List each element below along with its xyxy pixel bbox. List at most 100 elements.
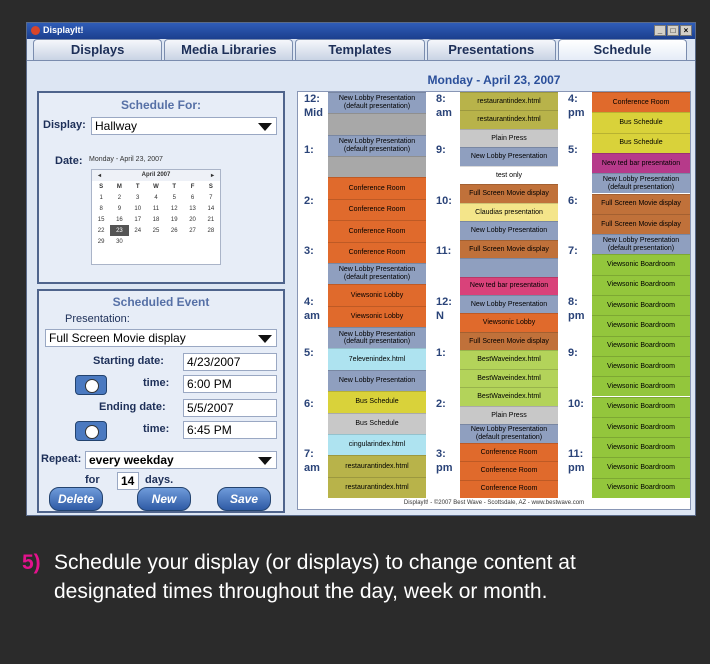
calendar-day[interactable]: 20 <box>183 214 201 225</box>
schedule-event[interactable]: Viewsonic Lobby <box>460 313 558 332</box>
calendar-day[interactable]: 19 <box>165 214 183 225</box>
schedule-event[interactable]: New Lobby Presentation (default presenta… <box>328 134 426 157</box>
schedule-event[interactable]: Bus Schedule <box>592 132 690 153</box>
calendar-day[interactable]: 24 <box>129 225 147 236</box>
schedule-event[interactable] <box>328 113 426 135</box>
calendar-day[interactable]: 18 <box>147 214 165 225</box>
schedule-event[interactable]: Bus Schedule <box>328 412 426 434</box>
schedule-event[interactable]: Viewsonic Boardroom <box>592 295 690 316</box>
schedule-event[interactable]: restaurantindex.html <box>328 476 426 498</box>
tab-displays[interactable]: Displays <box>33 39 163 60</box>
schedule-event[interactable]: Viewsonic Lobby <box>328 305 426 328</box>
calendar-day[interactable]: 15 <box>92 214 110 225</box>
schedule-event[interactable]: Plain Press <box>460 405 558 425</box>
schedule-event[interactable]: Viewsonic Lobby <box>328 284 426 306</box>
delete-button[interactable]: Delete <box>49 487 103 511</box>
display-select[interactable]: Hallway <box>91 117 277 135</box>
calendar-day[interactable]: 23 <box>110 225 129 236</box>
calendar-day[interactable]: 14 <box>202 203 220 214</box>
calendar-day[interactable]: 7 <box>202 192 220 203</box>
schedule-event[interactable]: cingularindex.html <box>328 433 426 456</box>
start-time-clock-icon[interactable] <box>75 375 107 395</box>
schedule-event[interactable]: New Lobby Presentation <box>460 147 558 166</box>
calendar-day[interactable]: 4 <box>147 192 165 203</box>
schedule-event[interactable]: Conference Room <box>328 177 426 199</box>
schedule-event[interactable]: Viewsonic Boardroom <box>592 355 690 377</box>
schedule-event[interactable]: Conference Room <box>460 461 558 480</box>
schedule-event[interactable]: New Lobby Presentation <box>460 221 558 240</box>
schedule-event[interactable]: New Lobby Presentation (default presenta… <box>592 173 690 194</box>
tab-media-libraries[interactable]: Media Libraries <box>164 39 294 60</box>
calendar-day[interactable]: 22 <box>92 225 110 236</box>
calendar-day[interactable]: 6 <box>183 192 201 203</box>
schedule-event[interactable]: Viewsonic Boardroom <box>592 396 690 417</box>
calendar-next-icon[interactable]: ▸ <box>211 172 214 179</box>
schedule-event[interactable]: Viewsonic Boardroom <box>592 315 690 336</box>
calendar-day[interactable]: 10 <box>129 203 147 214</box>
start-time-field[interactable]: 6:00 PM <box>183 375 277 393</box>
schedule-event[interactable]: New Lobby Presentation <box>328 369 426 392</box>
tab-presentations[interactable]: Presentations <box>426 39 556 60</box>
schedule-event[interactable]: Full Screen Movie display <box>592 213 690 235</box>
schedule-event[interactable]: New ted bar presentation <box>460 276 558 295</box>
calendar-day[interactable]: 9 <box>110 203 128 214</box>
schedule-event[interactable]: Bus Schedule <box>592 112 690 133</box>
calendar-day[interactable]: 3 <box>129 192 147 203</box>
schedule-event[interactable]: Viewsonic Boardroom <box>592 477 690 498</box>
schedule-event[interactable]: New Lobby Presentation (default presenta… <box>592 234 690 255</box>
schedule-event[interactable]: Plain Press <box>460 128 558 148</box>
schedule-event[interactable]: Conference Room <box>460 442 558 462</box>
schedule-event[interactable] <box>460 258 558 277</box>
schedule-event[interactable]: New Lobby Presentation (default presenta… <box>328 327 426 349</box>
schedule-event[interactable]: Full Screen Movie display <box>460 184 558 203</box>
schedule-event[interactable]: BestWaveindex.html <box>460 350 558 369</box>
schedule-event[interactable]: New Lobby Presentation <box>460 295 558 314</box>
calendar-day[interactable]: 21 <box>202 214 220 225</box>
minimize-icon[interactable]: _ <box>654 25 666 36</box>
maximize-icon[interactable]: □ <box>667 25 679 36</box>
schedule-event[interactable]: BestWaveindex.html <box>460 387 558 406</box>
schedule-event[interactable]: New Lobby Presentation (default presenta… <box>328 92 426 114</box>
schedule-event[interactable]: Conference Room <box>460 479 558 498</box>
end-time-clock-icon[interactable] <box>75 421 107 441</box>
schedule-event[interactable]: Full Screen Movie display <box>592 193 690 214</box>
calendar-day[interactable]: 30 <box>110 236 128 247</box>
schedule-event[interactable]: Viewsonic Boardroom <box>592 335 690 356</box>
for-days-field[interactable]: 14 <box>117 472 139 490</box>
schedule-event[interactable]: Viewsonic Boardroom <box>592 457 690 478</box>
calendar-day[interactable]: 5 <box>165 192 183 203</box>
calendar-day[interactable]: 26 <box>165 225 183 236</box>
repeat-select[interactable]: every weekday <box>85 451 277 469</box>
schedule-event[interactable]: 7elevenindex.html <box>328 348 426 370</box>
schedule-event[interactable]: Viewsonic Boardroom <box>592 274 690 295</box>
calendar-day[interactable]: 25 <box>147 225 165 236</box>
calendar-day[interactable]: 28 <box>202 225 220 236</box>
calendar-day[interactable]: 1 <box>92 192 110 203</box>
close-icon[interactable]: × <box>680 25 692 36</box>
calendar-day[interactable]: 17 <box>129 214 147 225</box>
end-date-field[interactable]: 5/5/2007 <box>183 399 277 417</box>
new-button[interactable]: New <box>137 487 191 511</box>
tab-templates[interactable]: Templates <box>295 39 425 60</box>
schedule-event[interactable]: Viewsonic Boardroom <box>592 376 690 397</box>
schedule-event[interactable]: Conference Room <box>328 220 426 242</box>
calendar-day[interactable]: 8 <box>92 203 110 214</box>
tab-schedule[interactable]: Schedule <box>557 39 688 60</box>
schedule-event[interactable]: New Lobby Presentation (default presenta… <box>460 424 558 443</box>
schedule-event[interactable]: test only <box>460 165 558 185</box>
save-button[interactable]: Save <box>217 487 271 511</box>
presentation-select[interactable]: Full Screen Movie display <box>45 329 277 347</box>
schedule-event[interactable]: Claudias presentation <box>460 202 558 222</box>
calendar-day[interactable]: 29 <box>92 236 110 247</box>
calendar-day[interactable]: 16 <box>110 214 128 225</box>
calendar-prev-icon[interactable]: ◂ <box>98 172 101 179</box>
schedule-event[interactable]: Conference Room <box>328 198 426 221</box>
schedule-event[interactable]: New ted bar presentation <box>592 152 690 174</box>
schedule-event[interactable]: New Lobby Presentation (default presenta… <box>328 262 426 285</box>
schedule-event[interactable]: Viewsonic Boardroom <box>592 254 690 275</box>
schedule-event[interactable]: Conference Room <box>328 241 426 263</box>
schedule-event[interactable]: Conference Room <box>592 92 690 113</box>
schedule-event[interactable]: Viewsonic Boardroom <box>592 437 690 458</box>
end-time-field[interactable]: 6:45 PM <box>183 421 277 439</box>
calendar-day[interactable]: 2 <box>110 192 128 203</box>
